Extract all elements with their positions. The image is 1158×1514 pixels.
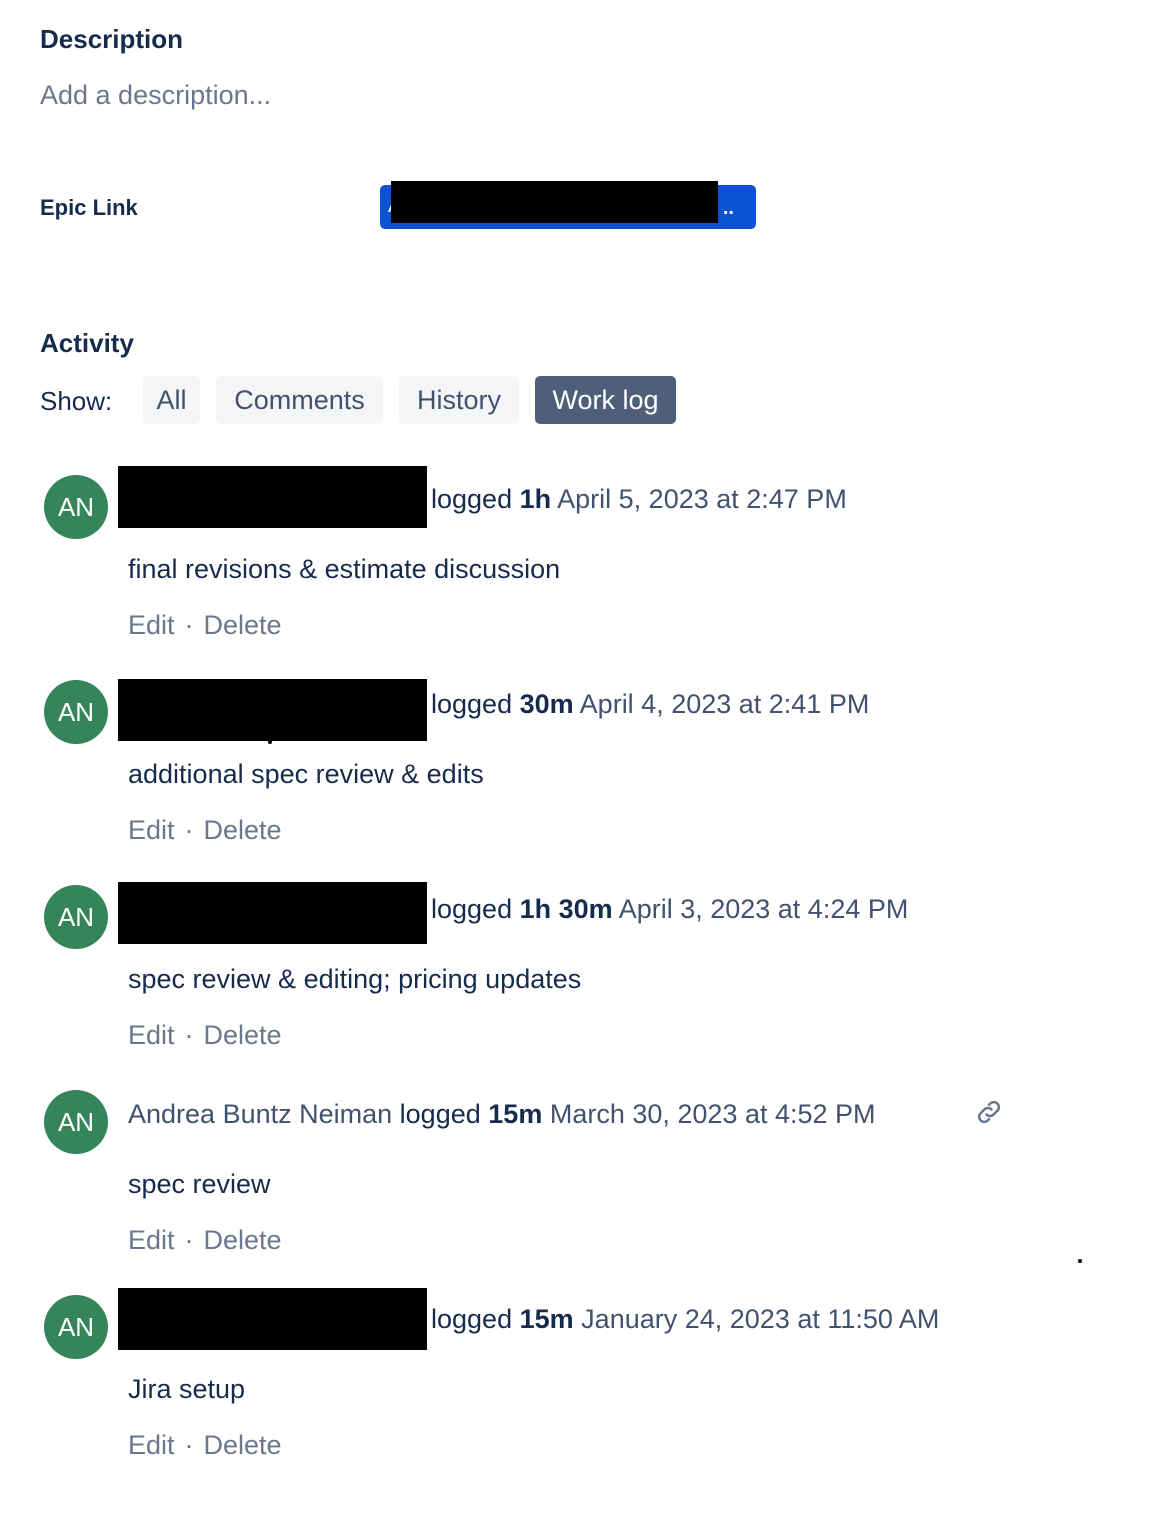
worklog-actions: Edit · Delete xyxy=(128,1430,282,1461)
worklog-date[interactable]: April 3, 2023 at 4:24 PM xyxy=(619,894,909,924)
stray-dot xyxy=(1078,1259,1082,1263)
worklog-duration: 30m xyxy=(519,689,574,719)
show-label: Show: xyxy=(40,386,113,416)
worklog-header: logged 1h April 5, 2023 at 2:47 PM xyxy=(431,484,847,515)
worklog-comment: spec review xyxy=(128,1169,271,1199)
avatar[interactable]: AN xyxy=(44,680,108,744)
delete-link[interactable]: Delete xyxy=(204,610,282,640)
worklog-header: logged 30m April 4, 2023 at 2:41 PM xyxy=(431,689,869,720)
worklog-duration: 15m xyxy=(488,1099,543,1129)
logged-text: logged xyxy=(431,894,513,924)
avatar[interactable]: AN xyxy=(44,475,108,539)
delete-link[interactable]: Delete xyxy=(204,815,282,845)
filter-worklog-button[interactable]: Work log xyxy=(535,376,676,424)
author-name[interactable]: Andrea Buntz Neiman xyxy=(128,1099,392,1129)
worklog-date[interactable]: January 24, 2023 at 11:50 AM xyxy=(581,1304,939,1334)
redaction-box xyxy=(118,466,427,528)
redaction-box xyxy=(118,882,427,944)
worklog-actions: Edit · Delete xyxy=(128,610,282,641)
worklog-header: logged 15m January 24, 2023 at 11:50 AM xyxy=(431,1304,939,1335)
delete-link[interactable]: Delete xyxy=(204,1430,282,1460)
edit-link[interactable]: Edit xyxy=(128,1430,175,1460)
epic-link-label: Epic Link xyxy=(40,195,138,220)
avatar[interactable]: AN xyxy=(44,1090,108,1154)
edit-link[interactable]: Edit xyxy=(128,610,175,640)
link-icon[interactable] xyxy=(974,1097,1004,1127)
avatar[interactable]: AN xyxy=(44,885,108,949)
redaction-box xyxy=(391,181,718,223)
worklog-duration: 1h xyxy=(519,484,552,514)
delete-link[interactable]: Delete xyxy=(204,1225,282,1255)
worklog-header: logged 1h 30m April 3, 2023 at 4:24 PM xyxy=(431,894,908,925)
worklog-duration: 1h 30m xyxy=(519,894,613,924)
edit-link[interactable]: Edit xyxy=(128,1020,175,1050)
edit-link[interactable]: Edit xyxy=(128,1225,175,1255)
stray-dot xyxy=(268,740,272,744)
worklog-date[interactable]: April 4, 2023 at 2:41 PM xyxy=(580,689,870,719)
worklog-date[interactable]: March 30, 2023 at 4:52 PM xyxy=(550,1099,876,1129)
worklog-comment: spec review & editing; pricing updates xyxy=(128,964,582,994)
worklog-date[interactable]: April 5, 2023 at 2:47 PM xyxy=(557,484,847,514)
logged-text: logged xyxy=(431,1304,513,1334)
delete-link[interactable]: Delete xyxy=(204,1020,282,1050)
separator: · xyxy=(184,1225,194,1255)
filter-comments-button[interactable]: Comments xyxy=(216,376,383,424)
redaction-box xyxy=(118,679,427,741)
separator: · xyxy=(184,1020,194,1050)
filter-all-button[interactable]: All xyxy=(143,376,200,424)
worklog-actions: Edit · Delete xyxy=(128,1020,282,1051)
logged-text: logged xyxy=(431,689,513,719)
filter-history-button[interactable]: History xyxy=(399,376,519,424)
edit-link[interactable]: Edit xyxy=(128,815,175,845)
worklog-header: Andrea Buntz Neiman logged 15m March 30,… xyxy=(128,1099,876,1130)
description-title: Description xyxy=(40,24,184,54)
redaction-box xyxy=(118,1288,427,1350)
separator: · xyxy=(184,815,194,845)
logged-text: logged xyxy=(399,1099,481,1129)
description-field[interactable]: Add a description... xyxy=(40,80,271,111)
worklog-actions: Edit · Delete xyxy=(128,815,282,846)
worklog-comment: additional spec review & edits xyxy=(128,759,484,789)
epic-link-ellipsis: .. xyxy=(722,197,734,219)
worklog-actions: Edit · Delete xyxy=(128,1225,282,1256)
separator: · xyxy=(184,1430,194,1460)
separator: · xyxy=(184,610,194,640)
worklog-duration: 15m xyxy=(519,1304,574,1334)
logged-text: logged xyxy=(431,484,513,514)
activity-title: Activity xyxy=(40,328,134,358)
avatar[interactable]: AN xyxy=(44,1295,108,1359)
worklog-comment: final revisions & estimate discussion xyxy=(128,554,561,584)
worklog-comment: Jira setup xyxy=(128,1374,246,1404)
